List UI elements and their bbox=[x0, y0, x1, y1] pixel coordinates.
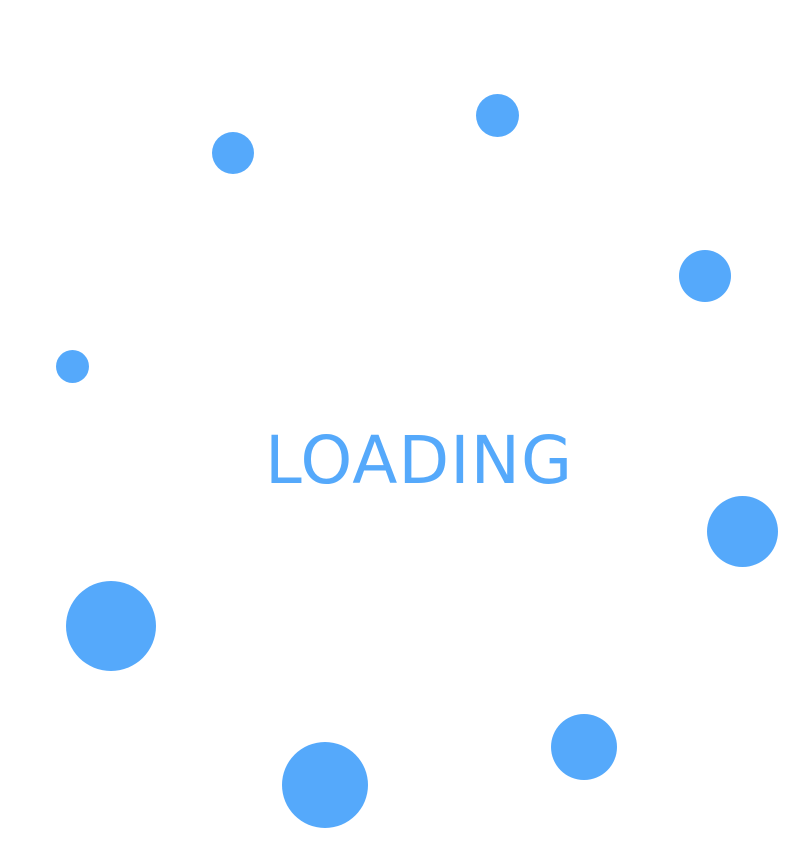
loading-dot bbox=[56, 350, 89, 383]
loading-dot bbox=[679, 250, 731, 302]
loading-dot bbox=[476, 94, 519, 137]
loading-dot bbox=[66, 581, 156, 671]
loading-dot bbox=[551, 714, 617, 780]
loading-dot bbox=[212, 132, 254, 174]
loading-label: LOADING bbox=[265, 422, 574, 499]
loading-screen: LOADING bbox=[0, 0, 791, 846]
loading-dot bbox=[282, 742, 368, 828]
loading-dot bbox=[707, 496, 778, 567]
